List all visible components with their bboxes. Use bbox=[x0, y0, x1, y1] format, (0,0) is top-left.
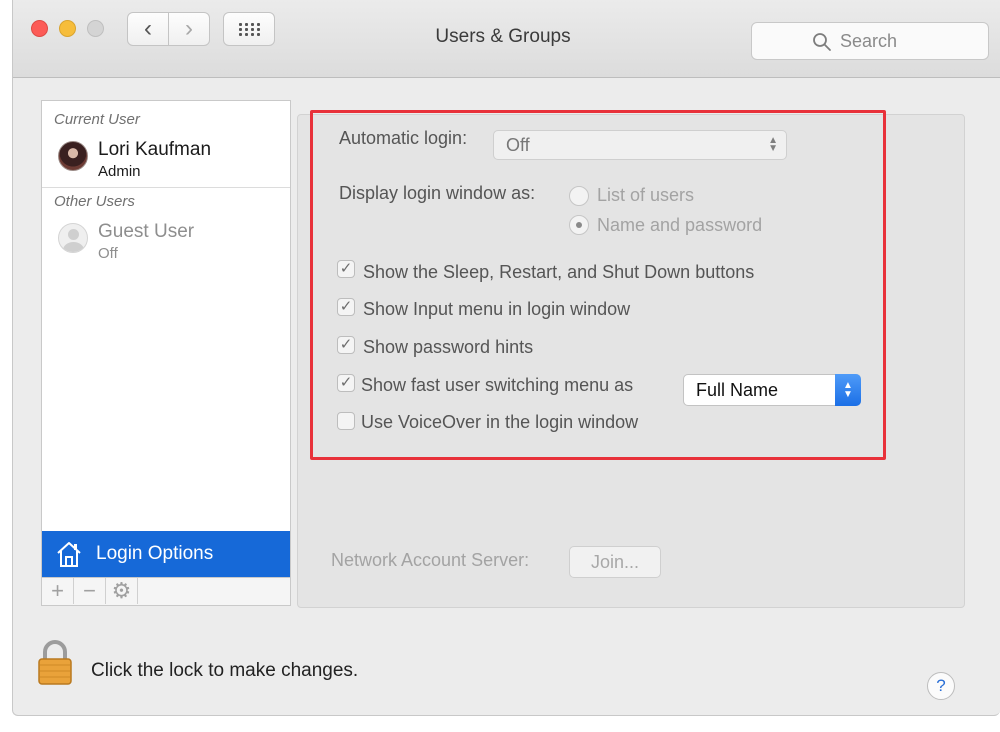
action-menu-button[interactable]: ⚙ bbox=[106, 578, 138, 604]
zoom-window-button[interactable] bbox=[87, 20, 104, 37]
lock-icon[interactable] bbox=[37, 640, 73, 686]
search-placeholder: Search bbox=[840, 30, 898, 51]
back-button[interactable]: ‹ bbox=[127, 12, 169, 46]
remove-user-button[interactable]: − bbox=[74, 578, 106, 604]
join-button[interactable]: Join... bbox=[569, 546, 661, 578]
grid-icon bbox=[238, 22, 260, 36]
divider bbox=[42, 187, 290, 188]
other-users-heading: Other Users bbox=[54, 193, 135, 210]
minimize-window-button[interactable] bbox=[59, 20, 76, 37]
guest-avatar-icon bbox=[58, 223, 88, 253]
house-icon bbox=[57, 542, 81, 567]
sidebar-item-current-user[interactable]: Lori Kaufman Admin bbox=[54, 137, 280, 187]
user-name: Lori Kaufman bbox=[98, 139, 212, 160]
current-user-heading: Current User bbox=[54, 111, 140, 128]
sidebar-toolbar: + − ⚙ bbox=[41, 578, 291, 606]
search-field[interactable]: Search bbox=[751, 22, 989, 60]
sidebar-item-guest-user[interactable]: Guest User Off bbox=[54, 219, 280, 269]
user-role: Admin bbox=[98, 163, 141, 180]
chevron-left-icon: ‹ bbox=[144, 15, 152, 42]
users-groups-window: ‹ › Users & Groups Search Current User L… bbox=[12, 0, 1000, 716]
window-title: Users & Groups bbox=[435, 26, 571, 47]
guest-user-name: Guest User bbox=[98, 221, 195, 242]
plus-icon: + bbox=[51, 578, 64, 603]
avatar bbox=[58, 141, 88, 171]
forward-button[interactable]: › bbox=[168, 12, 210, 46]
users-sidebar: Current User Lori Kaufman Admin Other Us… bbox=[41, 100, 291, 578]
sidebar-item-login-options[interactable]: Login Options bbox=[42, 531, 290, 577]
close-window-button[interactable] bbox=[31, 20, 48, 37]
lock-message: Click the lock to make changes. bbox=[91, 660, 359, 681]
show-all-button[interactable] bbox=[223, 12, 275, 46]
guest-user-status: Off bbox=[98, 245, 118, 262]
title-bar: ‹ › Users & Groups Search bbox=[13, 0, 1000, 78]
red-highlight-box bbox=[310, 110, 886, 460]
search-icon bbox=[813, 33, 831, 51]
help-button[interactable]: ? bbox=[927, 672, 955, 700]
minus-icon: − bbox=[83, 578, 96, 603]
network-account-server-label: Network Account Server: bbox=[331, 550, 530, 570]
gear-icon: ⚙ bbox=[111, 578, 132, 603]
chevron-right-icon: › bbox=[185, 15, 193, 42]
login-options-label: Login Options bbox=[96, 543, 214, 564]
add-user-button[interactable]: + bbox=[42, 578, 74, 604]
